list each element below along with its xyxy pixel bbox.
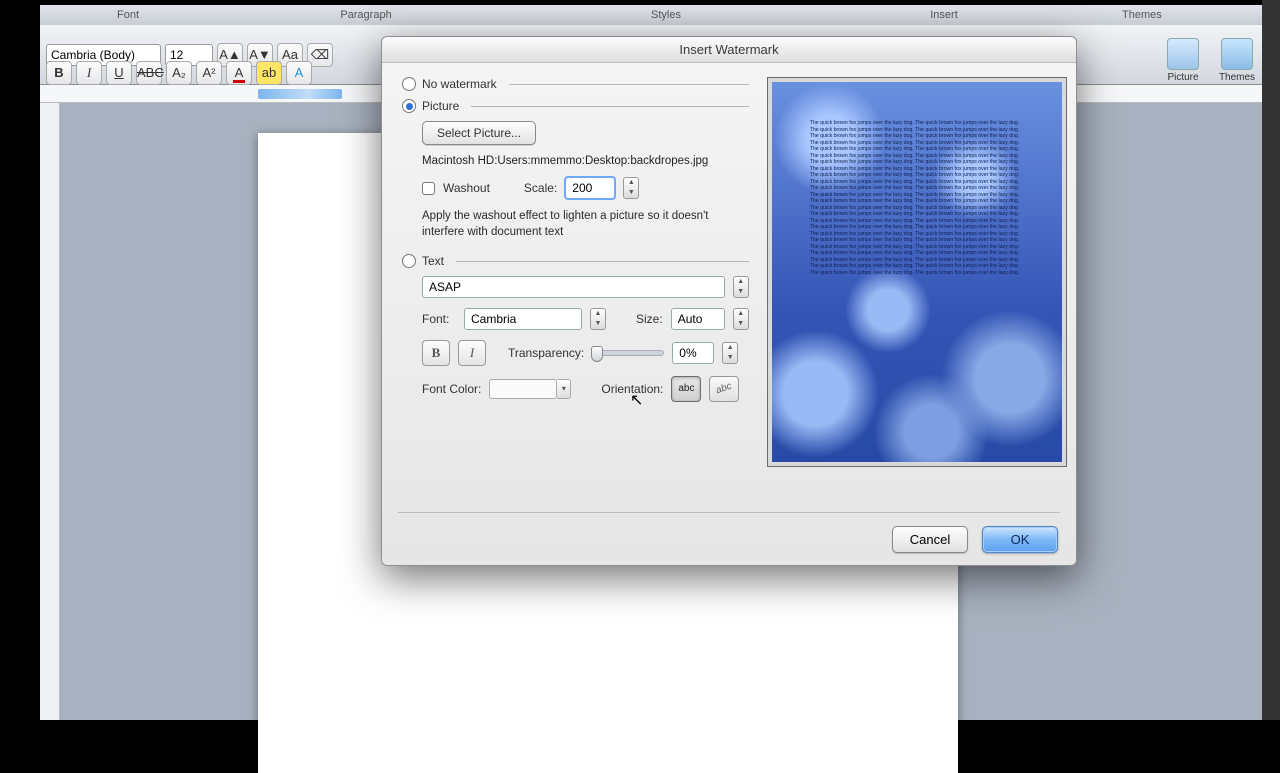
text-effects-button[interactable]: A xyxy=(286,61,312,85)
superscript-button[interactable]: A² xyxy=(196,61,222,85)
transparency-input[interactable] xyxy=(672,342,714,364)
picture-label: Picture xyxy=(422,99,459,113)
preview-body-text: The quick brown fox jumps over the lazy … xyxy=(810,120,1024,276)
italic-button[interactable]: I xyxy=(76,61,102,85)
watermark-text-stepper[interactable]: ▲▼ xyxy=(733,276,749,298)
themes-icon xyxy=(1221,38,1253,70)
ribbon-group-styles: Styles xyxy=(516,9,816,21)
text-radio[interactable] xyxy=(402,254,416,268)
ruler-indent-region xyxy=(258,89,342,99)
ok-button[interactable]: OK xyxy=(982,526,1058,553)
font-label: Font: xyxy=(422,312,456,326)
select-picture-button[interactable]: Select Picture... xyxy=(422,121,536,145)
watermark-text-input[interactable] xyxy=(422,276,725,298)
strikethrough-button[interactable]: ABC xyxy=(136,61,162,85)
themes-button[interactable]: Themes xyxy=(1212,25,1262,85)
size-label: Size: xyxy=(636,312,663,326)
insert-watermark-dialog: Insert Watermark No watermark Picture Se… xyxy=(381,36,1077,566)
scale-input[interactable] xyxy=(565,177,615,199)
no-watermark-label: No watermark xyxy=(422,77,497,91)
ribbon-group-insert: Insert xyxy=(816,9,1072,21)
font-stepper[interactable]: ▲▼ xyxy=(590,308,606,330)
orientation-label: Orientation: xyxy=(601,382,663,396)
transparency-slider[interactable] xyxy=(592,350,664,356)
cancel-button[interactable]: Cancel xyxy=(892,526,968,553)
insert-picture-button[interactable]: Picture xyxy=(1158,25,1208,85)
font-color-label: Font Color: xyxy=(422,382,481,396)
scale-stepper[interactable]: ▲▼ xyxy=(623,177,639,199)
ribbon-group-font: Font xyxy=(40,9,216,21)
picture-icon xyxy=(1167,38,1199,70)
ribbon-group-themes: Themes xyxy=(1072,9,1190,21)
text-bold-toggle[interactable]: B xyxy=(422,340,450,366)
text-label: Text xyxy=(422,254,444,268)
orientation-diagonal-button[interactable]: abc xyxy=(709,376,739,402)
transparency-label: Transparency: xyxy=(508,346,584,360)
right-edge-strip xyxy=(1262,0,1280,720)
no-watermark-radio[interactable] xyxy=(402,77,416,91)
size-stepper[interactable]: ▲▼ xyxy=(733,308,749,330)
font-color-button[interactable]: A xyxy=(226,61,252,85)
subscript-button[interactable]: A₂ xyxy=(166,61,192,85)
underline-button[interactable]: U xyxy=(106,61,132,85)
font-combo[interactable] xyxy=(464,308,582,330)
transparency-stepper[interactable]: ▲▼ xyxy=(722,342,738,364)
washout-checkbox[interactable] xyxy=(422,182,435,195)
scale-label: Scale: xyxy=(524,181,557,195)
picture-radio[interactable] xyxy=(402,99,416,113)
vertical-ruler[interactable] xyxy=(40,103,60,720)
washout-hint: Apply the washout effect to lighten a pi… xyxy=(422,209,749,240)
size-combo[interactable] xyxy=(671,308,725,330)
dialog-title: Insert Watermark xyxy=(382,37,1076,63)
font-color-dropdown[interactable]: ▾ xyxy=(557,379,571,399)
highlight-button[interactable]: ab xyxy=(256,61,282,85)
ribbon-group-paragraph: Paragraph xyxy=(216,9,516,21)
ribbon-group-labels: Font Paragraph Styles Insert Themes xyxy=(40,5,1262,25)
dialog-separator xyxy=(398,512,1060,513)
orientation-horizontal-button[interactable]: abc xyxy=(671,376,701,402)
picture-path: Macintosh HD:Users:mmemmo:Desktop:backdr… xyxy=(422,155,749,167)
bold-button[interactable]: B xyxy=(46,61,72,85)
washout-label: Washout xyxy=(443,181,490,195)
font-color-swatch[interactable] xyxy=(489,379,557,399)
watermark-preview: The quick brown fox jumps over the lazy … xyxy=(767,77,1067,467)
slider-thumb[interactable] xyxy=(591,346,603,362)
text-italic-toggle[interactable]: I xyxy=(458,340,486,366)
